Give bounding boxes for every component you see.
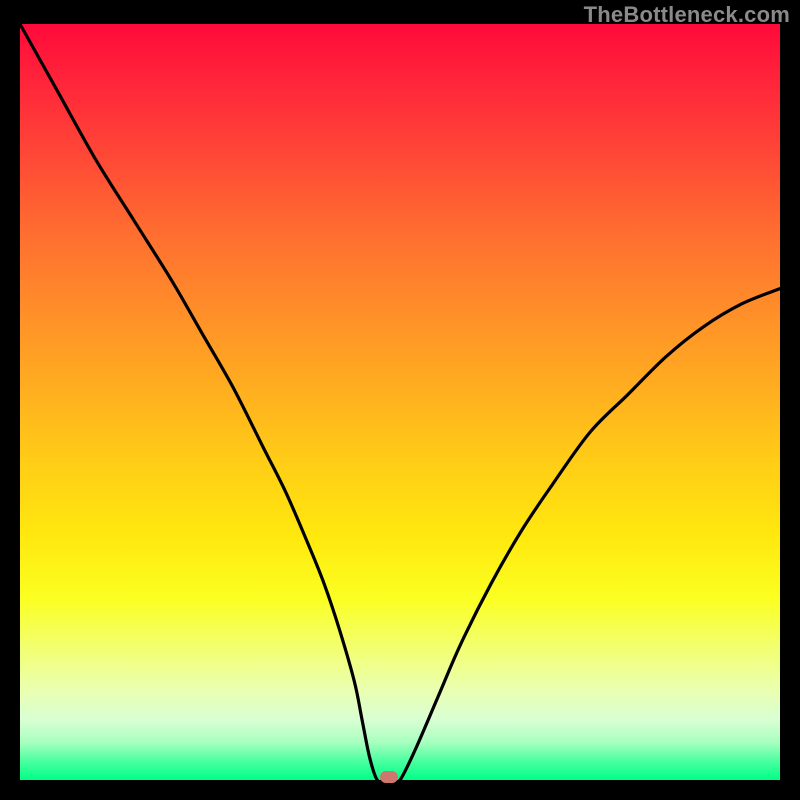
optimal-point-marker bbox=[380, 771, 398, 783]
bottleneck-curve bbox=[20, 24, 780, 780]
chart-frame: TheBottleneck.com bbox=[0, 0, 800, 800]
plot-area bbox=[20, 24, 780, 780]
